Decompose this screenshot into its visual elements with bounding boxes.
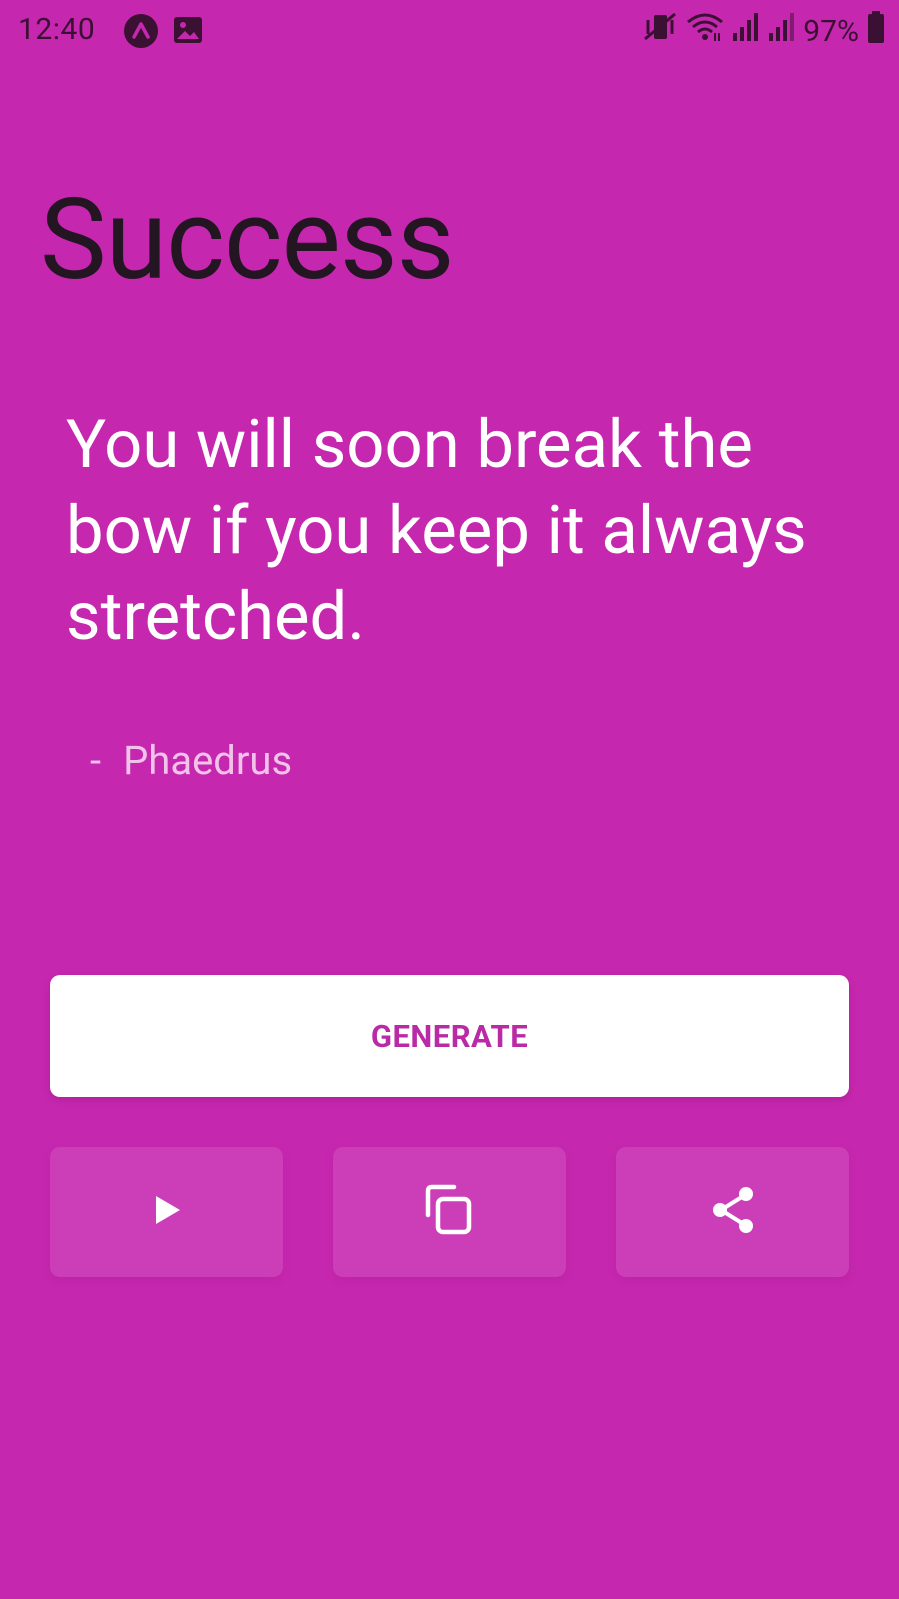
copy-button[interactable] bbox=[333, 1147, 566, 1277]
status-time: 12:40 bbox=[18, 12, 96, 47]
quote-text: You will soon break the bow if you keep … bbox=[66, 406, 807, 656]
wifi-icon bbox=[685, 11, 725, 51]
author-dash: - bbox=[90, 737, 102, 784]
play-button[interactable] bbox=[50, 1147, 283, 1277]
status-bar: 12:40 97% bbox=[0, 0, 899, 64]
signal-icon bbox=[731, 11, 761, 51]
copy-icon bbox=[423, 1183, 477, 1241]
share-icon bbox=[710, 1185, 756, 1239]
status-icons: 97% bbox=[643, 10, 885, 52]
author-name: Phaedrus bbox=[123, 737, 293, 784]
quote-author: - Phaedrus bbox=[90, 737, 292, 784]
assistant-icon bbox=[123, 13, 159, 57]
vibrate-icon bbox=[643, 11, 679, 51]
battery-icon bbox=[867, 10, 885, 52]
image-icon bbox=[172, 14, 204, 54]
signal-icon-2 bbox=[767, 11, 797, 51]
page-title: Success bbox=[40, 175, 454, 306]
generate-button[interactable]: GENERATE bbox=[50, 975, 849, 1097]
play-icon bbox=[150, 1193, 184, 1231]
battery-level: 97% bbox=[803, 13, 859, 49]
generate-button-label: GENERATE bbox=[370, 1017, 529, 1055]
share-button[interactable] bbox=[616, 1147, 849, 1277]
